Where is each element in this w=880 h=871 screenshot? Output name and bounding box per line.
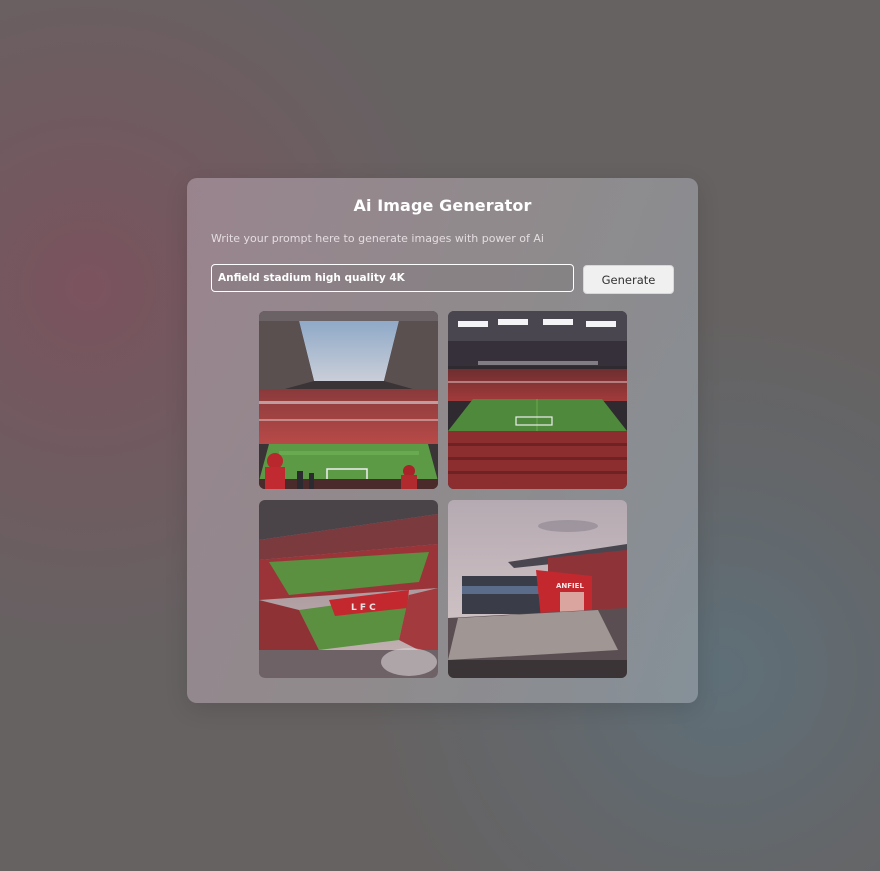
image-gallery: L F C ANFIEL [259,311,627,678]
generate-button[interactable]: Generate [583,265,674,294]
generated-image-1[interactable] [259,311,438,489]
svg-text:ANFIEL: ANFIEL [556,582,584,590]
svg-text:L F C: L F C [351,603,376,613]
generated-image-3[interactable]: L F C [259,500,438,678]
generator-card: Ai Image Generator Write your prompt her… [187,178,698,703]
generated-image-4[interactable]: ANFIEL [448,500,627,678]
prompt-input[interactable] [211,264,574,292]
generated-image-2[interactable] [448,311,627,489]
prompt-instructions: Write your prompt here to generate image… [211,232,544,245]
page-title: Ai Image Generator [353,196,532,215]
